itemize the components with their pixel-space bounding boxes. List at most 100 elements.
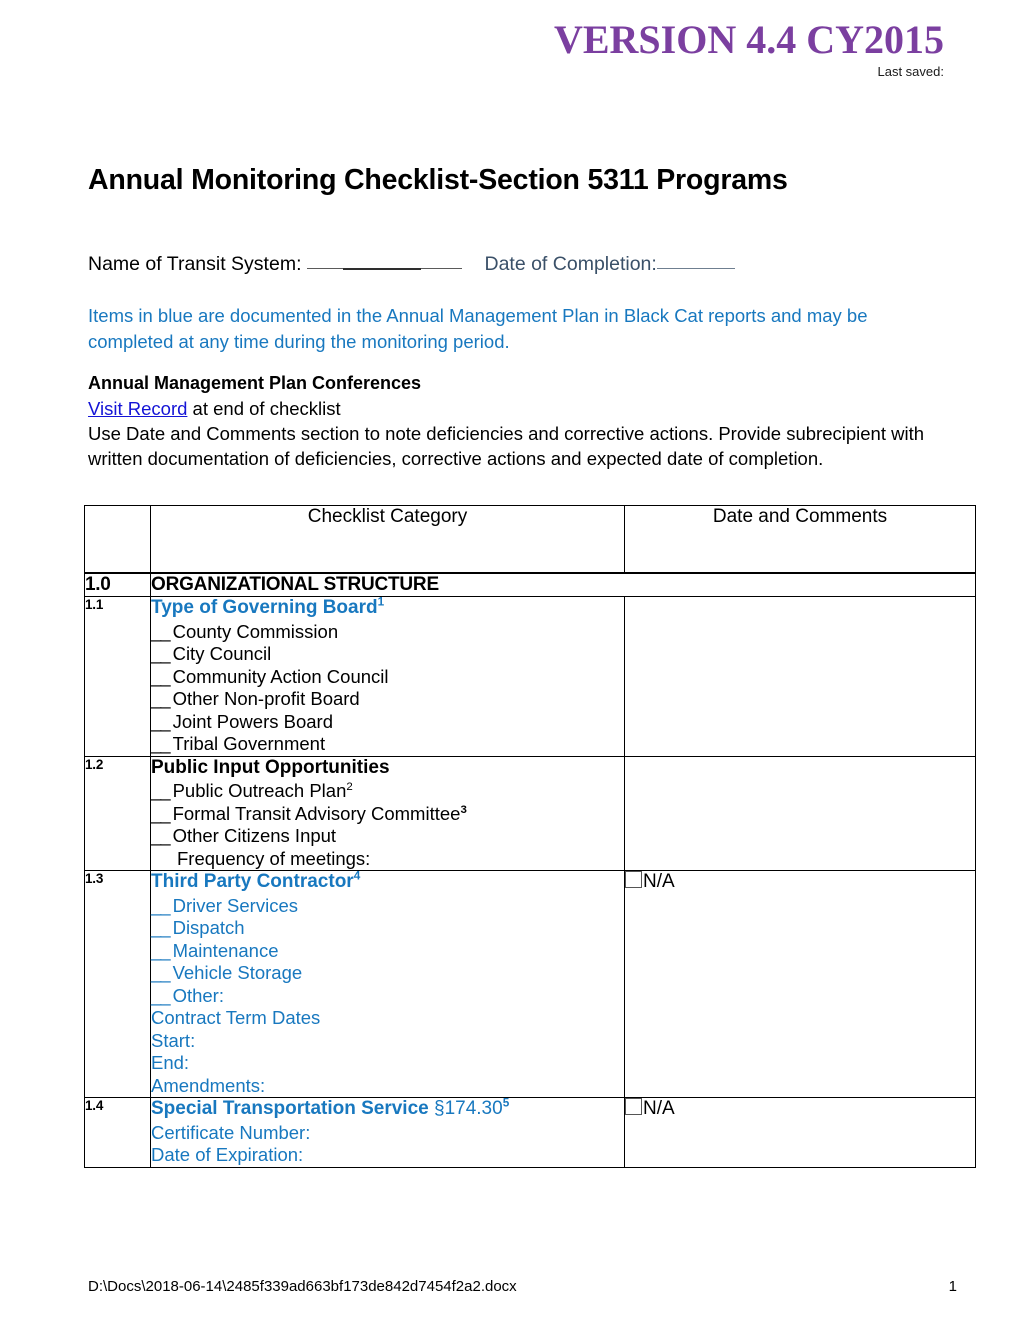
option-blank: __ (151, 939, 171, 961)
row-date-comments-cell[interactable] (624, 596, 976, 757)
option-label: Joint Powers Board (172, 710, 333, 732)
row-number: 1.2 (84, 755, 151, 871)
page-footer: D:\Docs\2018-06-14\2485f339ad663bf173de8… (88, 1278, 973, 1296)
section-title: ORGANIZATIONAL STRUCTURE (150, 572, 976, 597)
na-checkbox-group[interactable]: N/A (625, 1098, 675, 1119)
option-blank: __ (151, 688, 171, 709)
checklist-option[interactable]: __ Vehicle Storage (151, 962, 624, 985)
option-blank: __ (151, 780, 171, 801)
header-cell-number (84, 505, 151, 574)
option-blank: __ (151, 710, 171, 732)
instructions-paragraph: Use Date and Comments section to note de… (88, 423, 925, 469)
transit-system-name-blank[interactable] (307, 252, 463, 270)
frequency-of-meetings-line[interactable]: Frequency of meetings: (151, 848, 624, 871)
conferences-heading: Annual Management Plan Conferences (88, 373, 422, 393)
option-label: Other Non-profit Board (172, 688, 360, 709)
footnote-marker: 2 (346, 780, 353, 793)
option-blank: __ (151, 733, 171, 754)
certificate-number-field[interactable]: Certificate Number: (151, 1122, 624, 1145)
row-number: 1.1 (84, 596, 151, 757)
last-saved-label: Last saved: (877, 64, 945, 79)
option-blank: __ (151, 665, 171, 687)
row-heading: Special Transportation Service §174.305 (151, 1096, 510, 1119)
row-heading: Public Input Opportunities (151, 756, 390, 778)
option-label: Driver Services (172, 894, 298, 916)
option-label: City Council (172, 643, 272, 664)
option-label: Maintenance (172, 939, 279, 961)
checklist-option[interactable]: __ Joint Powers Board (151, 711, 624, 734)
visit-record-line: Visit Record at end of checklist (88, 396, 928, 421)
option-blank: __ (151, 962, 171, 983)
checklist-table: Checklist Category Date and Comments 1.0… (84, 505, 976, 1168)
table-row: 1.4 Special Transportation Service §174.… (84, 1096, 976, 1168)
footer-page-number: 1 (948, 1278, 957, 1295)
option-label: Community Action Council (172, 665, 389, 687)
checklist-option[interactable]: __ Tribal Government (151, 733, 624, 756)
row-category-cell: Special Transportation Service §174.305 … (150, 1096, 625, 1168)
table-row: 1.1 Type of Governing Board1 __ County Co… (84, 595, 976, 757)
checklist-option[interactable]: __ Other Citizens Input (151, 825, 624, 848)
na-checkbox[interactable] (625, 871, 642, 888)
checklist-option[interactable]: __ Driver Services (151, 895, 624, 918)
row-date-comments-cell[interactable]: N/A (624, 870, 976, 1098)
option-blank: __ (151, 620, 171, 642)
checklist-option[interactable]: __ Dispatch (151, 917, 624, 940)
option-label: Dispatch (172, 917, 245, 938)
option-blank: __ (151, 917, 171, 938)
checklist-option[interactable]: __ Community Action Council (151, 666, 624, 689)
footnote-marker: 4 (353, 869, 361, 883)
checklist-option[interactable]: __ Other Non-profit Board (151, 688, 624, 711)
checklist-option[interactable]: __ County Commission (151, 621, 624, 644)
conferences-block: Annual Management Plan Conferences Visit… (88, 371, 928, 471)
date-of-completion-blank[interactable] (656, 252, 735, 269)
section-row: 1.0 ORGANIZATIONAL STRUCTURE (84, 572, 976, 597)
row-category-cell: Public Input Opportunities __ Public Outr… (150, 755, 625, 871)
na-checkbox-group[interactable]: N/A (625, 871, 675, 892)
table-header-row: Checklist Category Date and Comments (84, 505, 976, 574)
row-number: 1.4 (84, 1097, 151, 1168)
checklist-option[interactable]: __ Maintenance (151, 940, 624, 963)
page-title: Annual Monitoring Checklist-Section 5311… (88, 164, 788, 196)
contract-start-field[interactable]: Start: (151, 1030, 624, 1053)
contract-term-dates-label: Contract Term Dates (151, 1007, 321, 1028)
table-row: 1.3 Third Party Contractor4 __ Driver Ser… (84, 869, 976, 1098)
contract-amendments-field[interactable]: Amendments: (151, 1075, 624, 1098)
date-of-completion-group: Date of Completion: (484, 252, 735, 275)
row-number: 1.3 (84, 870, 151, 1098)
date-of-expiration-field[interactable]: Date of Expiration: (151, 1144, 624, 1167)
option-blank: __ (151, 984, 171, 1006)
section-number: 1.0 (84, 572, 151, 597)
version-title: VERSION 4.4 CY2015 (553, 17, 944, 62)
document-header: VERSION 4.4 CY2015 Last saved: (0, 18, 944, 80)
na-checkbox[interactable] (625, 1098, 642, 1115)
document-page: VERSION 4.4 CY2015 Last saved: Annual Mo… (0, 0, 1020, 1320)
header-cell-date-comments: Date and Comments (624, 505, 976, 574)
checklist-option[interactable]: __ City Council (151, 643, 624, 666)
checklist-option[interactable]: __ Public Outreach Plan2 (151, 780, 624, 803)
contract-end-field[interactable]: End: (151, 1052, 624, 1075)
option-label: Formal Transit Advisory Committee (172, 802, 461, 824)
row-category-cell: Third Party Contractor4 __ Driver Service… (150, 869, 625, 1098)
name-of-transit-system-label: Name of Transit System: (88, 253, 302, 275)
intro-note: Items in blue are documented in the Annu… (88, 305, 868, 352)
option-blank: __ (151, 825, 171, 846)
checklist-option[interactable]: __ Other: (151, 985, 624, 1008)
row-heading: Type of Governing Board1 (151, 595, 385, 618)
date-of-completion-label: Date of Completion: (484, 253, 657, 275)
option-label: County Commission (172, 620, 339, 642)
option-label: Public Outreach Plan (172, 780, 347, 801)
row-heading: Third Party Contractor4 (151, 869, 361, 892)
option-label: Tribal Government (172, 733, 326, 754)
option-blank: __ (151, 643, 171, 664)
option-label: Vehicle Storage (172, 962, 303, 983)
row-date-comments-cell[interactable] (624, 755, 976, 871)
visit-record-suffix: at end of checklist (187, 398, 341, 419)
checklist-option[interactable]: __ Formal Transit Advisory Committee3 (151, 803, 624, 826)
row-date-comments-cell[interactable]: N/A (624, 1097, 976, 1168)
na-label: N/A (643, 871, 675, 892)
footnote-marker: 3 (460, 803, 467, 816)
option-blank: __ (151, 802, 171, 824)
footer-file-path: D:\Docs\2018-06-14\2485f339ad663bf173de8… (88, 1278, 517, 1295)
name-date-line: Name of Transit System: Date of Completio… (88, 251, 968, 277)
visit-record-link[interactable]: Visit Record (88, 398, 187, 419)
